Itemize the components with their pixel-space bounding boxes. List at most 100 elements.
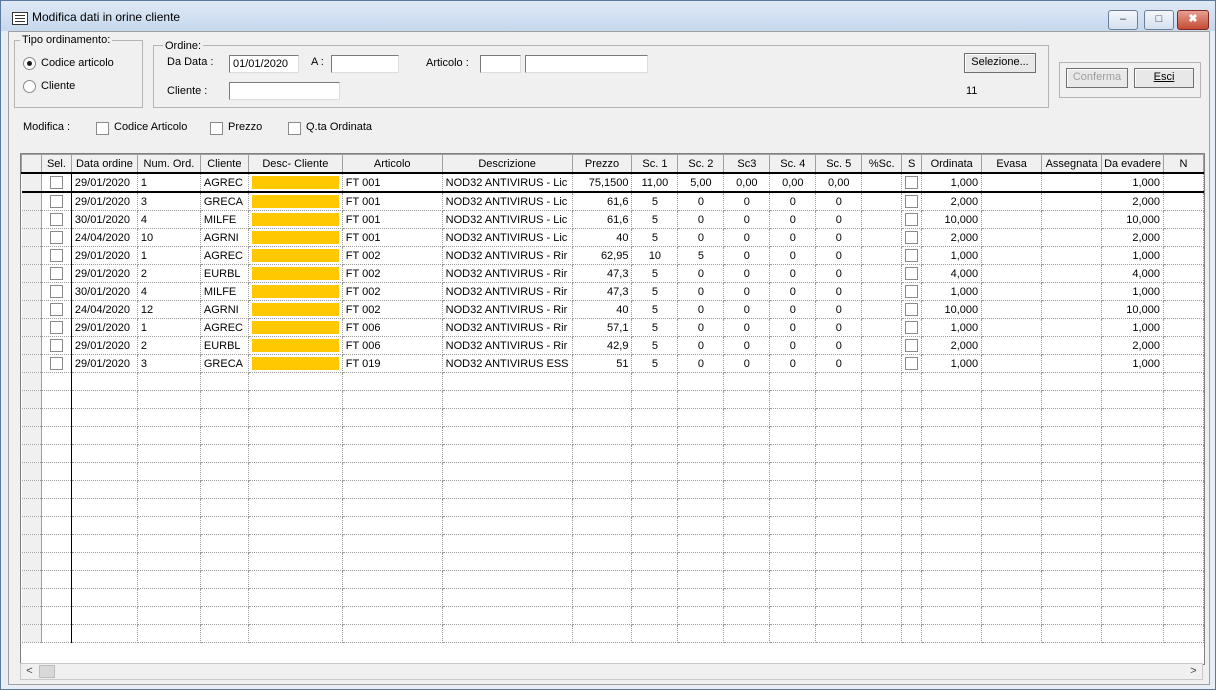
empty-cell[interactable] — [723, 498, 771, 517]
prezzo-cell[interactable]: 47,3 — [572, 282, 633, 301]
data-ordine-cell[interactable]: 29/01/2020 — [71, 192, 138, 211]
empty-cell[interactable] — [815, 588, 863, 607]
num-ord-cell[interactable]: 2 — [137, 336, 201, 355]
empty-cell[interactable] — [248, 480, 343, 499]
n-cell[interactable] — [1163, 354, 1204, 373]
empty-cell[interactable] — [723, 480, 771, 499]
sc1-cell[interactable]: 5 — [631, 318, 679, 337]
sc3-cell[interactable]: 0 — [723, 210, 771, 229]
prezzo-cell[interactable]: 42,9 — [572, 336, 633, 355]
assegnata-cell[interactable] — [1041, 210, 1103, 229]
empty-cell[interactable] — [71, 588, 138, 607]
sc1-cell[interactable]: 5 — [631, 336, 679, 355]
sc4-cell[interactable]: 0 — [769, 300, 817, 319]
empty-cell[interactable] — [71, 408, 138, 427]
select-cell[interactable] — [41, 282, 72, 301]
prezzo-cell[interactable]: 61,6 — [572, 192, 633, 211]
empty-cell[interactable] — [137, 390, 201, 409]
pct-sc-cell[interactable] — [861, 318, 903, 337]
empty-row[interactable] — [21, 408, 1204, 427]
empty-cell[interactable] — [71, 570, 138, 589]
s-checkbox[interactable] — [905, 357, 919, 370]
sc4-cell[interactable]: 0 — [769, 336, 817, 355]
empty-cell[interactable] — [1163, 408, 1204, 427]
table-row[interactable]: 29/01/2020 1 AGREC FT 006 NOD32 ANTIVIRUS - … — [21, 318, 1204, 337]
empty-cell[interactable] — [21, 534, 42, 553]
select-checkbox[interactable] — [49, 195, 63, 208]
empty-cell[interactable] — [1101, 534, 1164, 553]
select-cell[interactable] — [41, 228, 72, 247]
empty-cell[interactable] — [71, 444, 138, 463]
empty-cell[interactable] — [1101, 444, 1164, 463]
sc5-cell[interactable]: 0 — [815, 192, 863, 211]
empty-cell[interactable] — [21, 606, 42, 625]
cliente-cell[interactable]: MILFE — [200, 210, 249, 229]
empty-cell[interactable] — [442, 444, 573, 463]
empty-cell[interactable] — [723, 372, 771, 391]
empty-cell[interactable] — [71, 516, 138, 535]
empty-cell[interactable] — [861, 534, 903, 553]
empty-cell[interactable] — [901, 390, 923, 409]
row-header[interactable] — [21, 318, 42, 337]
pct-sc-cell[interactable] — [861, 172, 903, 193]
empty-cell[interactable] — [723, 390, 771, 409]
empty-cell[interactable] — [572, 498, 633, 517]
empty-cell[interactable] — [1041, 408, 1103, 427]
empty-cell[interactable] — [1041, 372, 1103, 391]
empty-cell[interactable] — [861, 426, 903, 445]
cliente-cell[interactable]: AGREC — [200, 246, 249, 265]
empty-cell[interactable] — [342, 498, 443, 517]
empty-cell[interactable] — [981, 444, 1043, 463]
empty-cell[interactable] — [248, 516, 343, 535]
da-evadere-cell[interactable]: 4,000 — [1101, 264, 1164, 283]
s-cell[interactable] — [901, 210, 923, 229]
s-checkbox[interactable] — [905, 339, 919, 352]
empty-cell[interactable] — [901, 426, 923, 445]
sc5-cell[interactable]: 0 — [815, 228, 863, 247]
sc2-cell[interactable]: 0 — [677, 282, 725, 301]
empty-cell[interactable] — [71, 498, 138, 517]
descrizione-cell[interactable]: NOD32 ANTIVIRUS - Lic — [442, 192, 573, 211]
data-ordine-cell[interactable]: 29/01/2020 — [71, 318, 138, 337]
sc1-cell[interactable]: 5 — [631, 210, 679, 229]
da-evadere-cell[interactable]: 2,000 — [1101, 192, 1164, 211]
empty-cell[interactable] — [861, 444, 903, 463]
select-checkbox[interactable] — [49, 303, 63, 316]
empty-cell[interactable] — [861, 480, 903, 499]
empty-cell[interactable] — [200, 444, 249, 463]
select-checkbox[interactable] — [49, 321, 63, 334]
grid-header-cell[interactable]: Cliente — [199, 154, 249, 174]
ordinata-cell[interactable]: 1,000 — [921, 318, 983, 337]
pct-sc-cell[interactable] — [861, 300, 903, 319]
empty-cell[interactable] — [901, 372, 923, 391]
empty-cell[interactable] — [1041, 390, 1103, 409]
empty-cell[interactable] — [442, 462, 573, 481]
row-header[interactable] — [21, 300, 42, 319]
empty-cell[interactable] — [572, 588, 633, 607]
select-cell[interactable] — [41, 300, 72, 319]
s-checkbox[interactable] — [905, 195, 919, 208]
empty-cell[interactable] — [71, 606, 138, 625]
a-date-input[interactable] — [331, 55, 399, 73]
empty-cell[interactable] — [921, 444, 983, 463]
empty-cell[interactable] — [1041, 606, 1103, 625]
empty-cell[interactable] — [137, 588, 201, 607]
num-ord-cell[interactable]: 12 — [137, 300, 201, 319]
empty-cell[interactable] — [41, 624, 72, 643]
sort-cliente-radio[interactable] — [23, 80, 36, 93]
empty-row[interactable] — [21, 606, 1204, 625]
empty-cell[interactable] — [981, 426, 1043, 445]
empty-cell[interactable] — [572, 606, 633, 625]
s-cell[interactable] — [901, 172, 923, 193]
empty-cell[interactable] — [769, 498, 817, 517]
assegnata-cell[interactable] — [1041, 336, 1103, 355]
sc5-cell[interactable]: 0 — [815, 318, 863, 337]
cliente-cell[interactable]: AGREC — [200, 318, 249, 337]
data-ordine-cell[interactable]: 29/01/2020 — [71, 264, 138, 283]
empty-cell[interactable] — [921, 588, 983, 607]
empty-cell[interactable] — [21, 570, 42, 589]
empty-cell[interactable] — [342, 570, 443, 589]
empty-cell[interactable] — [1101, 606, 1164, 625]
articolo-cell[interactable]: FT 001 — [342, 210, 443, 229]
n-cell[interactable] — [1163, 192, 1204, 211]
